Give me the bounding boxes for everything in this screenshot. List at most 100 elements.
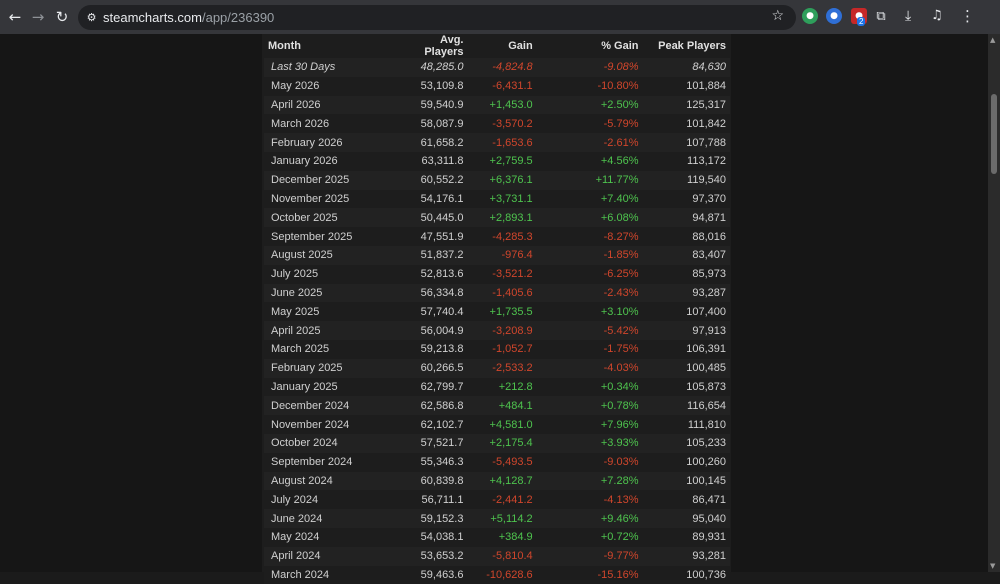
table-body: Last 30 Days 48,285.0 -4,824.8 -9.08% 84,630…: [264, 58, 730, 584]
browser-menu-icon[interactable]: ⋮: [960, 7, 975, 25]
pct-gain-cell: +0.72%: [536, 527, 643, 547]
peak-players-cell: 86,471: [642, 490, 730, 510]
pct-gain-cell: -2.43%: [536, 283, 643, 303]
url-text[interactable]: steamcharts.com/app/236390: [103, 10, 274, 25]
month-cell: November 2024: [264, 415, 395, 434]
peak-players-cell: 105,233: [642, 433, 730, 453]
month-cell: March 2024: [264, 565, 395, 584]
scroll-down-arrow-icon[interactable]: ▼: [990, 562, 995, 570]
table-row: August 2025 51,837.2 -976.4 -1.85% 83,407: [264, 245, 730, 265]
peak-players-cell: 107,788: [642, 133, 730, 152]
reload-icon[interactable]: ↻: [51, 6, 73, 28]
media-control-icon[interactable]: ♫: [931, 8, 943, 23]
avg-players-cell: 54,176.1: [394, 189, 468, 209]
avg-players-cell: 51,837.2: [394, 245, 468, 265]
address-bar[interactable]: ⚙ steamcharts.com/app/236390 ☆: [78, 5, 796, 30]
avg-players-cell: 62,586.8: [394, 396, 468, 416]
gain-cell: -3,521.2: [467, 264, 537, 284]
month-cell: August 2024: [264, 471, 395, 491]
table-row: January 2025 62,799.7 +212.8 +0.34% 105,873: [264, 377, 730, 397]
header-month: Month: [268, 40, 301, 52]
site-info-icon[interactable]: ⚙: [84, 10, 99, 25]
avg-players-cell: 53,653.2: [394, 546, 468, 566]
table-row: Last 30 Days 48,285.0 -4,824.8 -9.08% 84,630: [264, 58, 730, 77]
avg-players-cell: 47,551.9: [394, 227, 468, 246]
gain-cell: -976.4: [467, 245, 537, 265]
avg-players-cell: 56,711.1: [394, 490, 468, 510]
peak-players-cell: 119,540: [642, 170, 730, 190]
month-cell: September 2025: [264, 227, 395, 246]
table-row: February 2025 60,266.5 -2,533.2 -4.03% 100,4…: [264, 358, 730, 378]
avg-players-cell: 63,311.8: [394, 151, 468, 171]
pct-gain-cell: +6.08%: [536, 208, 643, 228]
browser-toolbar: ← → ↻ ⚙ steamcharts.com/app/236390 ☆ ● ●…: [0, 0, 1000, 34]
gain-cell: -1,405.6: [467, 283, 537, 303]
avg-players-cell: 61,658.2: [394, 133, 468, 152]
month-cell: May 2024: [264, 527, 395, 547]
peak-players-cell: 93,281: [642, 546, 730, 566]
peak-players-cell: 83,407: [642, 245, 730, 265]
table-row: September 2025 47,551.9 -4,285.3 -8.27% 88,0…: [264, 227, 730, 246]
peak-players-cell: 93,287: [642, 283, 730, 303]
avg-players-cell: 53,109.8: [394, 76, 468, 96]
avg-players-cell: 59,540.9: [394, 95, 468, 115]
extension-green-icon[interactable]: ●: [802, 8, 818, 24]
avg-players-cell: 57,521.7: [394, 433, 468, 453]
pct-gain-cell: +3.93%: [536, 433, 643, 453]
peak-players-cell: 85,973: [642, 264, 730, 284]
gain-cell: +212.8: [467, 377, 537, 397]
pct-gain-cell: -4.03%: [536, 358, 643, 378]
peak-players-cell: 97,913: [642, 321, 730, 340]
header-pct-gain: % Gain: [601, 40, 639, 52]
gain-cell: +1,453.0: [467, 95, 537, 115]
month-cell: December 2025: [264, 170, 395, 190]
download-icon[interactable]: ⤓: [905, 8, 911, 24]
avg-players-cell: 60,839.8: [394, 471, 468, 491]
table-row: December 2024 62,586.8 +484.1 +0.78% 116,654: [264, 396, 730, 416]
forward-arrow-icon[interactable]: →: [27, 6, 49, 28]
avg-players-cell: 57,740.4: [394, 302, 468, 322]
gain-cell: -2,533.2: [467, 358, 537, 378]
pct-gain-cell: -10.80%: [536, 76, 643, 96]
gain-cell: +384.9: [467, 527, 537, 547]
url-host: steamcharts.com: [103, 10, 202, 25]
gain-cell: +2,759.5: [467, 151, 537, 171]
month-cell: February 2025: [264, 358, 395, 378]
table-row: February 2026 61,658.2 -1,653.6 -2.61% 107,7…: [264, 133, 730, 152]
month-cell: July 2025: [264, 264, 395, 284]
gain-cell: +3,731.1: [467, 189, 537, 209]
scroll-up-arrow-icon[interactable]: ▲: [990, 36, 995, 44]
month-cell: February 2026: [264, 133, 395, 152]
table-row: January 2026 63,311.8 +2,759.5 +4.56% 113,17…: [264, 151, 730, 171]
avg-players-cell: 56,334.8: [394, 283, 468, 303]
scroll-thumb[interactable]: [991, 94, 997, 174]
player-stats-table: Month Avg. Players Gain % Gain Peak Play…: [264, 34, 730, 584]
pct-gain-cell: +2.50%: [536, 95, 643, 115]
month-cell: May 2025: [264, 302, 395, 322]
peak-players-cell: 97,370: [642, 189, 730, 209]
gain-cell: -3,208.9: [467, 321, 537, 340]
bookmark-star-icon[interactable]: ☆: [771, 8, 784, 24]
pct-gain-cell: -8.27%: [536, 227, 643, 246]
month-cell: June 2024: [264, 509, 395, 528]
gain-cell: +6,376.1: [467, 170, 537, 190]
month-cell: June 2025: [264, 283, 395, 303]
peak-players-cell: 100,736: [642, 565, 730, 584]
gain-cell: +484.1: [467, 396, 537, 416]
avg-players-cell: 62,102.7: [394, 415, 468, 434]
extension-blue-icon[interactable]: ●: [826, 8, 842, 24]
table-row: March 2024 59,463.6 -10,628.6 -15.16% 100,73…: [264, 565, 730, 584]
avg-players-cell: 62,799.7: [394, 377, 468, 397]
extensions-puzzle-icon[interactable]: ⧉: [873, 8, 889, 24]
page-scrollbar[interactable]: ▲ ▼: [988, 34, 1000, 572]
pct-gain-cell: +4.56%: [536, 151, 643, 171]
peak-players-cell: 88,016: [642, 227, 730, 246]
gain-cell: -5,810.4: [467, 546, 537, 566]
back-arrow-icon[interactable]: ←: [4, 6, 26, 28]
month-cell: September 2024: [264, 452, 395, 472]
month-cell: July 2024: [264, 490, 395, 510]
pct-gain-cell: -9.03%: [536, 452, 643, 472]
peak-players-cell: 84,630: [642, 58, 730, 77]
table-row: August 2024 60,839.8 +4,128.7 +7.28% 100,145: [264, 471, 730, 491]
avg-players-cell: 54,038.1: [394, 527, 468, 547]
